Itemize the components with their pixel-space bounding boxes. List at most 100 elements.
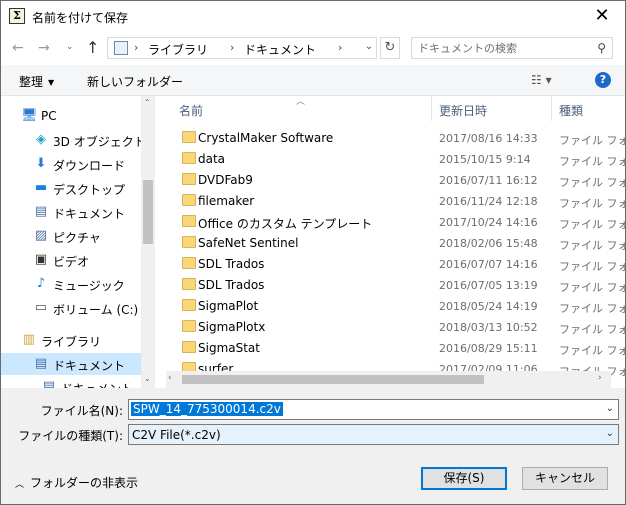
scroll-down-icon[interactable]: ⌄ [144, 374, 151, 383]
scroll-left-icon[interactable]: ‹ [168, 373, 172, 383]
file-date: 2015/10/15 9:14 [439, 153, 531, 166]
chevron-down-icon[interactable]: ⌄ [606, 428, 614, 439]
scroll-up-icon[interactable]: ⌃ [144, 98, 151, 107]
nav-item-music[interactable]: ♪ ミュージック [13, 273, 153, 295]
documents-icon: ▤ [34, 356, 48, 371]
nav-item-libraries[interactable]: ▥ ライブラリ [1, 329, 141, 351]
nav-item-3d-objects[interactable]: ◈ 3D オブジェクト [13, 129, 153, 151]
breadcrumb-libraries[interactable]: ライブラリ [148, 41, 208, 58]
file-name: SDL Trados [198, 278, 265, 292]
videos-icon: ▣ [34, 252, 48, 267]
hide-folders-button[interactable]: ︿ フォルダーの非表示 [15, 474, 138, 491]
file-type: ファイル フォ [559, 197, 625, 210]
filename-input[interactable]: SPW_14_775300014.c2v ⌄ [128, 399, 619, 420]
chevron-down-icon[interactable]: ⌄ [606, 403, 614, 414]
nav-item-label: ミュージック [53, 279, 125, 293]
nav-item-videos[interactable]: ▣ ビデオ [13, 249, 153, 271]
file-row[interactable]: CrystalMaker Software 2017/08/16 14:33 ファイ… [166, 128, 625, 149]
refresh-icon: ↻ [384, 40, 396, 55]
libraries-icon: ▥ [22, 332, 36, 347]
breadcrumb-separator-icon[interactable]: › [230, 41, 234, 54]
pane-splitter[interactable] [155, 96, 166, 388]
sort-ascending-icon: ︿ [296, 97, 306, 107]
nav-item-label: デスクトップ [53, 183, 126, 197]
nav-item-pc[interactable]: 🖥 PC [1, 105, 141, 127]
nav-item-label: ドキュメント [53, 359, 126, 373]
file-row[interactable]: data 2015/10/15 9:14 ファイル フォ [166, 149, 625, 170]
chevron-up-icon: ︿ [15, 480, 25, 490]
file-type: ファイル フォ [559, 281, 625, 294]
search-input[interactable] [412, 38, 592, 58]
filetype-select[interactable]: C2V File(*.c2v) ⌄ [128, 424, 619, 445]
folder-icon [182, 257, 196, 269]
address-box[interactable]: › ライブラリ › ドキュメント › [107, 37, 377, 59]
nav-item-library-documents[interactable]: ▤ ドキュメント [1, 353, 141, 375]
view-options-button[interactable]: ☷ ▾ [531, 73, 552, 87]
breadcrumb-documents[interactable]: ドキュメント [244, 41, 316, 58]
folder-icon [182, 320, 196, 332]
breadcrumb-separator-icon[interactable]: › [134, 41, 138, 54]
help-button[interactable]: ? [595, 72, 611, 88]
column-header-date[interactable]: 更新日時 [439, 102, 487, 119]
pictures-icon: ▨ [34, 228, 48, 243]
nav-item-documents[interactable]: ▤ ドキュメント [13, 201, 153, 223]
file-row[interactable]: DVDFab9 2016/07/11 16:12 ファイル フォ [166, 170, 625, 191]
save-button[interactable]: 保存(S) [421, 467, 507, 490]
column-header-name[interactable]: 名前 [179, 102, 203, 119]
file-row[interactable]: SigmaPlot 2018/05/24 14:19 ファイル フォ [166, 296, 625, 317]
column-header-type[interactable]: 種類 [559, 102, 583, 119]
recent-locations-button[interactable]: ⌄ [66, 42, 74, 52]
folder-icon [182, 236, 196, 248]
nav-item-library-documents-sub[interactable]: ▤ ドキュメント [13, 376, 153, 388]
scrollbar-thumb[interactable] [143, 180, 153, 244]
file-row[interactable]: SDL Trados 2016/07/05 13:19 ファイル フォ [166, 275, 625, 296]
folder-icon [182, 173, 196, 185]
file-row[interactable]: SigmaStat 2016/08/29 15:11 ファイル フォ [166, 338, 625, 359]
filetype-label: ファイルの種類(T): [18, 429, 123, 443]
file-date: 2016/07/05 13:19 [439, 279, 538, 292]
file-list-horizontal-scrollbar[interactable]: ‹ › [166, 371, 611, 388]
file-row[interactable]: SigmaPlotx 2018/03/13 10:52 ファイル フォ [166, 317, 625, 338]
file-type: ファイル フォ [559, 218, 625, 231]
file-name: DVDFab9 [198, 173, 253, 187]
nav-item-desktop[interactable]: ▬ デスクトップ [13, 177, 153, 199]
filename-value[interactable]: SPW_14_775300014.c2v [131, 402, 283, 416]
file-type: ファイル フォ [559, 134, 625, 147]
scrollbar-thumb[interactable] [182, 375, 484, 384]
file-type: ファイル フォ [559, 155, 625, 168]
file-name: filemaker [198, 194, 255, 208]
nav-item-pictures[interactable]: ▨ ピクチャ [13, 225, 153, 247]
new-folder-button[interactable]: 新しいフォルダー [87, 73, 183, 90]
scroll-right-icon[interactable]: › [598, 373, 602, 383]
nav-item-label: 3D オブジェクト [53, 135, 146, 149]
nav-item-volume-c[interactable]: ▭ ボリューム (C:) [13, 297, 153, 319]
close-button[interactable]: ✕ [579, 1, 625, 31]
command-bar: 整理 ▼ 新しいフォルダー ☷ ▾ ? [1, 65, 625, 96]
organize-menu-button[interactable]: 整理 ▼ [19, 73, 54, 90]
up-button[interactable]: ↑ [86, 38, 99, 57]
nav-item-downloads[interactable]: ⬇ ダウンロード [13, 153, 153, 175]
save-form-area: ファイル名(N): SPW_14_775300014.c2v ⌄ ファイルの種類… [1, 388, 625, 504]
file-date: 2018/05/24 14:19 [439, 300, 538, 313]
file-row[interactable]: filemaker 2016/11/24 12:18 ファイル フォ [166, 191, 625, 212]
cancel-button[interactable]: キャンセル [522, 467, 608, 490]
file-row[interactable]: Office のカスタム テンプレート 2017/10/24 14:16 ファイル … [166, 212, 625, 233]
search-icon[interactable]: ⚲ [597, 41, 606, 55]
back-button[interactable]: ← [12, 40, 24, 56]
breadcrumb-separator-icon[interactable]: › [338, 41, 342, 54]
navigation-pane-scrollbar[interactable]: ⌃ ⌄ [141, 96, 155, 388]
forward-button[interactable]: → [38, 40, 50, 56]
file-list-pane: ︿ 名前 更新日時 種類 CrystalMaker Software 2017/0… [166, 96, 625, 388]
file-row[interactable]: SafeNet Sentinel 2018/02/06 15:48 ファイル フォ [166, 233, 625, 254]
arrow-up-icon: ↑ [86, 38, 100, 57]
address-dropdown-button[interactable]: ⌄ [358, 41, 380, 59]
refresh-button[interactable]: ↻ [380, 37, 400, 59]
file-row[interactable]: SDL Trados 2016/07/07 14:16 ファイル フォ [166, 254, 625, 275]
help-icon: ? [599, 73, 607, 86]
column-divider[interactable] [431, 96, 432, 121]
column-divider[interactable] [551, 96, 552, 121]
file-type: ファイル フォ [559, 260, 625, 273]
search-box[interactable]: ⚲ [411, 37, 613, 59]
nav-item-label: ビデオ [53, 255, 90, 269]
file-name: CrystalMaker Software [198, 131, 334, 145]
